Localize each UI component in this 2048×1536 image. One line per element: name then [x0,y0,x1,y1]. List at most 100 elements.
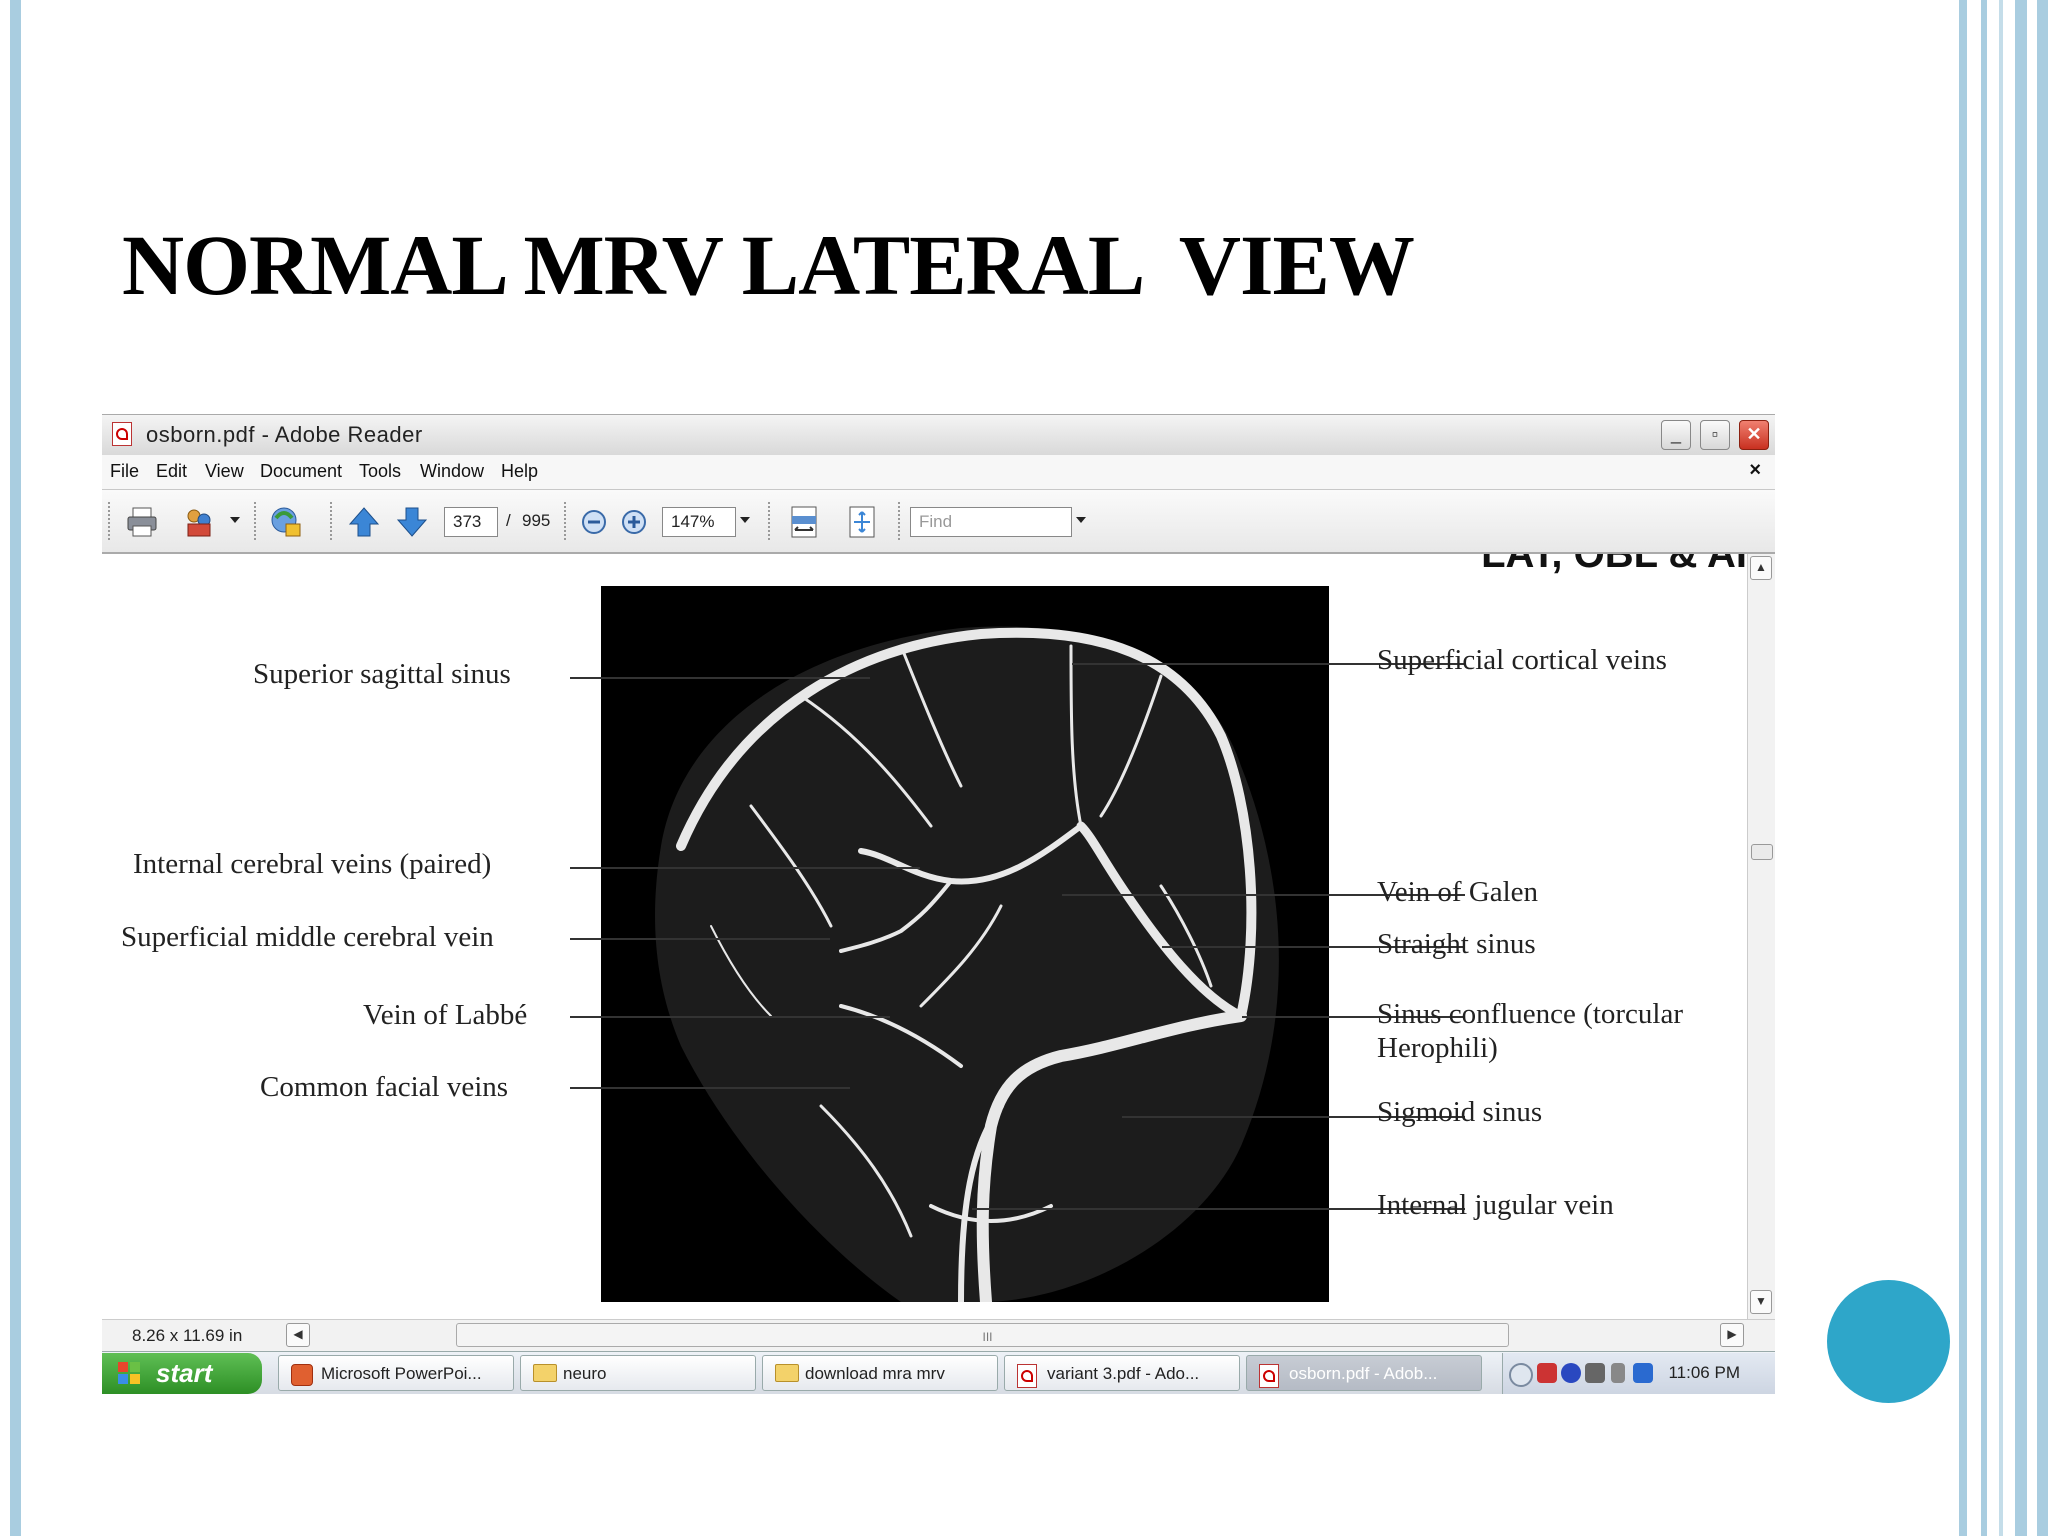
document-view[interactable]: LAT, OBL & AI Superior sagittal sinus In… [102,554,1747,1319]
task-osborn-pdf[interactable]: osborn.pdf - Adob... [1246,1355,1482,1391]
taskbar: start Microsoft PowerPoi... neuro downlo… [102,1351,1775,1394]
page-size-readout: 8.26 x 11.69 in [132,1326,243,1345]
fit-width-icon[interactable] [786,504,822,540]
slide-right-border [1955,0,2048,1536]
task-label: download mra mrv [805,1364,945,1383]
slide-left-border [0,0,24,1536]
pdf-icon [1259,1364,1279,1388]
next-page-icon[interactable] [394,504,430,540]
vertical-scroll-thumb[interactable] [1751,844,1773,860]
restore-button[interactable]: ▫ [1700,420,1730,450]
task-label: osborn.pdf - Adob... [1289,1364,1438,1383]
label-superior-sagittal-sinus: Superior sagittal sinus [253,658,511,690]
title-bar: osborn.pdf - Adobe Reader _ ▫ ✕ [102,414,1775,456]
label-internal-jugular-vein: Internal jugular vein [1377,1189,1614,1221]
document-close-icon[interactable]: × [1749,459,1761,482]
task-download-folder[interactable]: download mra mrv [762,1355,998,1391]
scroll-down-icon[interactable]: ▼ [1750,1290,1772,1314]
bluetooth-icon[interactable] [1561,1363,1581,1383]
tray-expand-icon[interactable] [1509,1363,1533,1387]
scroll-right-icon[interactable]: ▶ [1720,1323,1744,1347]
label-herophili: Herophili) [1377,1032,1498,1064]
menu-edit[interactable]: Edit [156,461,187,482]
scroll-up-icon[interactable]: ▲ [1750,556,1772,580]
close-button[interactable]: ✕ [1739,420,1769,450]
clock: 11:06 PM [1668,1363,1740,1382]
label-common-facial-veins: Common facial veins [260,1071,509,1103]
task-neuro-folder[interactable]: neuro [520,1355,756,1391]
leader-line [570,677,870,679]
menu-document[interactable]: Document [260,461,342,482]
find-input[interactable]: Find [910,507,1072,537]
battery-icon[interactable] [1611,1363,1625,1383]
collaborate-icon[interactable] [268,504,304,540]
fit-page-icon[interactable] [844,504,880,540]
vertical-scrollbar[interactable]: ▲ ▼ [1747,554,1775,1319]
task-powerpoint[interactable]: Microsoft PowerPoi... [278,1355,514,1391]
toolbar-separator [330,502,332,542]
label-superficial-middle-cerebral-vein: Superficial middle cerebral vein [121,921,494,953]
page-number-input[interactable]: 373 [444,507,498,537]
menu-window[interactable]: Window [420,461,484,482]
pdf-app-icon [112,422,132,446]
scroll-left-icon[interactable]: ◀ [286,1323,310,1347]
find-dropdown-icon[interactable] [1076,517,1086,523]
decorative-circle [1827,1280,1950,1403]
horizontal-scroll-thumb[interactable]: III [456,1323,1509,1347]
leader-line [570,1016,890,1018]
zoom-dropdown-icon[interactable] [740,517,750,523]
share-dropdown-icon[interactable] [230,517,240,523]
label-superficial-cortical-veins: Superficial cortical veins [1377,644,1667,676]
start-label: start [156,1358,213,1388]
folder-icon [533,1364,557,1382]
task-label: variant 3.pdf - Ado... [1047,1364,1200,1383]
page-header-text: LAT, OBL & AI [1481,554,1747,576]
system-tray: 11:06 PM [1502,1353,1775,1394]
label-straight-sinus: Straight sinus [1377,928,1536,960]
label-sigmoid-sinus: Sigmoid sinus [1377,1096,1543,1128]
leader-line [570,1087,850,1089]
pdf-icon [1017,1364,1037,1388]
menu-tools[interactable]: Tools [359,461,401,482]
page-separator: / [506,511,511,530]
toolbar-separator [768,502,770,542]
leader-line [570,938,830,940]
print-icon[interactable] [124,504,160,540]
zoom-out-icon[interactable] [576,504,612,540]
label-vein-of-labbe: Vein of Labbé [363,999,528,1031]
display-icon[interactable] [1633,1363,1653,1383]
network-icon[interactable] [1585,1363,1605,1383]
task-label: neuro [563,1364,607,1383]
mrv-lateral-image [601,586,1329,1302]
powerpoint-icon [291,1364,313,1386]
task-variant-pdf[interactable]: variant 3.pdf - Ado... [1004,1355,1240,1391]
page-total: 995 [522,511,551,530]
zoom-in-icon[interactable] [616,504,652,540]
share-icon[interactable] [182,504,218,540]
window-title: osborn.pdf - Adobe Reader [146,422,423,447]
toolbar-separator [564,502,566,542]
previous-page-icon[interactable] [346,504,382,540]
zoom-level-input[interactable]: 147% [662,507,736,537]
menu-help[interactable]: Help [501,461,538,482]
adobe-reader-window: osborn.pdf - Adobe Reader _ ▫ ✕ File Edi… [102,414,1775,1394]
menu-bar: File Edit View Document Tools Window Hel… [102,455,1775,490]
leader-line [570,867,920,869]
menu-view[interactable]: View [205,461,244,482]
folder-icon [775,1364,799,1382]
status-bar: 8.26 x 11.69 in ◀ III ▶ [102,1319,1775,1352]
label-vein-of-galen: Vein of Galen [1377,876,1539,908]
scroll-grip: III [982,1330,993,1344]
start-button[interactable]: start [102,1353,262,1394]
security-icon[interactable] [1537,1363,1557,1383]
menu-file[interactable]: File [110,461,139,482]
windows-logo-icon [118,1362,140,1384]
label-internal-cerebral-veins: Internal cerebral veins (paired) [133,848,492,880]
toolbar: 373 / 995 147% Find [102,490,1775,554]
toolbar-separator [898,502,900,542]
slide-title: NORMAL MRV LATERAL VIEW [122,217,1415,313]
toolbar-grip [108,502,110,542]
minimize-button[interactable]: _ [1661,420,1691,450]
label-sinus-confluence: Sinus confluence (torcular [1377,998,1684,1030]
task-label: Microsoft PowerPoi... [321,1364,482,1383]
